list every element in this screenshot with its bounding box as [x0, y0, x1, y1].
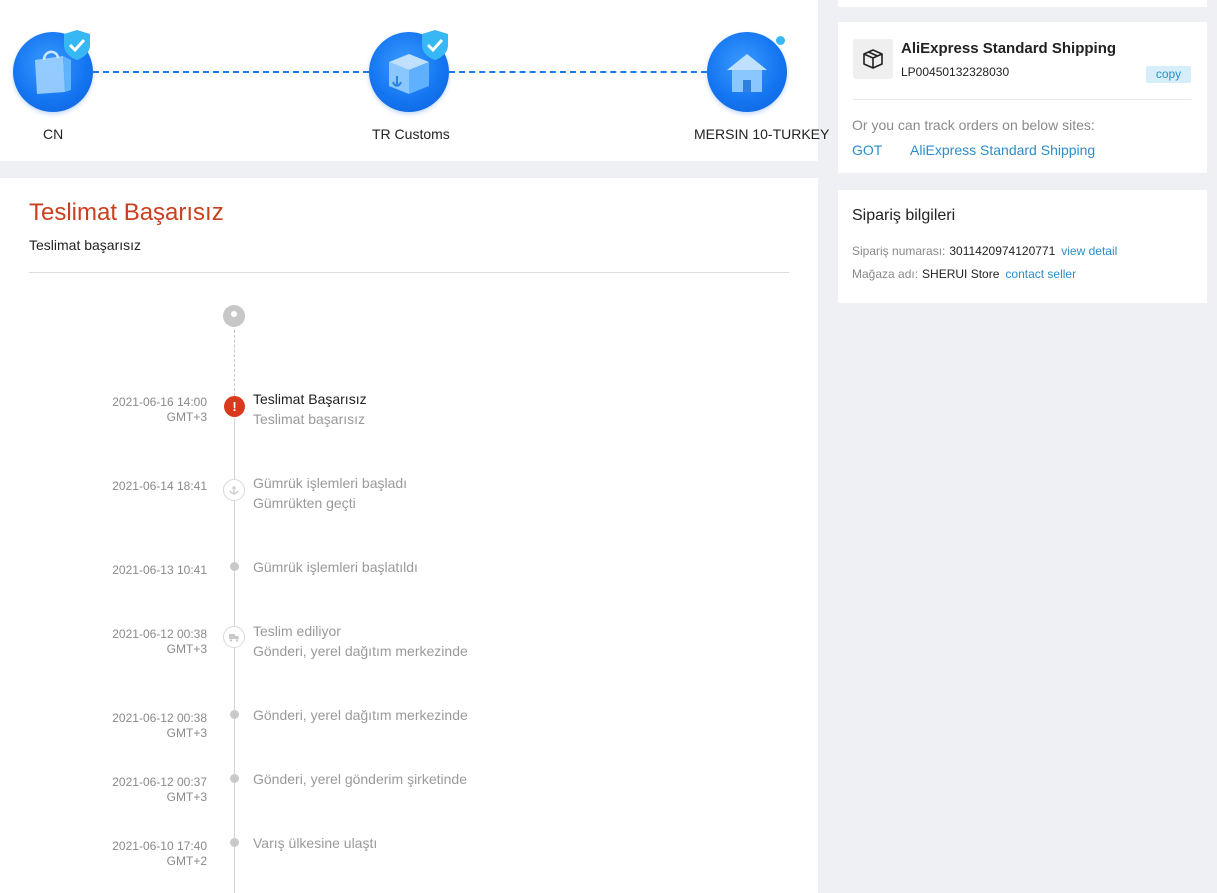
contact-seller-link[interactable]: contact seller — [1005, 267, 1076, 281]
progress-connector-2 — [449, 71, 707, 73]
store-name: SHERUI Store — [922, 267, 1000, 281]
status-title: Teslimat Başarısız — [29, 199, 224, 226]
order-number-label: Sipariş numarası: — [852, 244, 946, 258]
event-time: 2021-06-12 00:38 GMT+3 — [112, 711, 207, 740]
store-label: Mağaza adı: — [852, 267, 919, 281]
top-card-edge — [838, 0, 1207, 7]
event-detail: Teslimat başarısız — [253, 411, 366, 427]
timeline-dot — [230, 774, 239, 783]
anchor-icon — [223, 479, 245, 501]
timeline-connector-dashed — [234, 330, 235, 396]
event-item: Varış ülkesine ulaştı — [253, 833, 377, 853]
truck-icon — [223, 626, 245, 648]
event-time: 2021-06-12 00:37 GMT+3 — [112, 775, 207, 804]
event-item: Teslim ediliyor Gönderi, yerel dağıtım m… — [253, 621, 468, 661]
stage-customs-label: TR Customs — [372, 126, 450, 142]
event-detail: Gümrükten geçti — [253, 495, 356, 511]
order-info-title: Sipariş bilgileri — [852, 207, 956, 224]
shipping-divider — [853, 99, 1191, 100]
stage-destination-label: MERSIN 10-TURKEY — [694, 126, 830, 142]
event-title: Gönderi, yerel dağıtım merkezinde — [253, 707, 468, 723]
event-time: 2021-06-16 14:00 GMT+3 — [112, 395, 207, 424]
event-time: 2021-06-12 00:38 GMT+3 — [112, 627, 207, 656]
event-time: 2021-06-13 10:41 — [112, 563, 207, 577]
location-pin-icon — [223, 305, 245, 327]
status-subtitle: Teslimat başarısız — [29, 237, 142, 253]
progress-connector-1 — [93, 71, 369, 73]
package-icon — [853, 39, 893, 79]
stage-destination-marker-icon — [776, 36, 785, 45]
track-hint: Or you can track orders on below sites: — [852, 117, 1095, 133]
event-time: 2021-06-10 17:40 GMT+2 — [112, 839, 207, 868]
status-divider — [29, 272, 789, 273]
timeline-dot — [230, 562, 239, 571]
event-detail: Gönderi, yerel dağıtım merkezinde — [253, 643, 468, 659]
event-title: Teslimat Başarısız — [253, 391, 367, 407]
carrier-name: AliExpress Standard Shipping — [901, 40, 1117, 57]
order-number-value: 3011420974120771 — [949, 244, 1056, 258]
event-title: Varış ülkesine ulaştı — [253, 835, 378, 851]
event-item: Gönderi, yerel dağıtım merkezinde — [253, 705, 468, 725]
copy-button[interactable]: copy — [1146, 66, 1191, 83]
event-title: Teslim ediliyor — [253, 623, 341, 639]
timeline-dot — [230, 710, 239, 719]
event-item: Gönderi, yerel gönderim şirketinde — [253, 769, 467, 789]
track-site-link-aliexpress[interactable]: AliExpress Standard Shipping — [910, 142, 1095, 158]
stage-destination-circle — [707, 32, 787, 112]
stage-cn-label: CN — [43, 126, 64, 142]
event-title: Gümrük işlemleri başlatıldı — [253, 559, 418, 575]
stage-cn-check-icon — [63, 29, 91, 66]
stage-customs-check-icon — [421, 29, 449, 66]
store-row: Mağaza adı: SHERUI Store contact seller — [852, 267, 1076, 281]
house-icon — [727, 54, 767, 92]
event-title: Gümrük işlemleri başladı — [253, 475, 408, 491]
order-number-row: Sipariş numarası: 3011420974120771 view de… — [852, 244, 1117, 258]
event-title: Gönderi, yerel gönderim şirketinde — [253, 771, 467, 787]
timeline-dot — [230, 838, 239, 847]
event-item: Gümrük işlemleri başladı Gümrükten geçti — [253, 473, 407, 513]
track-site-link-got[interactable]: GOT — [852, 142, 882, 158]
tracking-number: LP00450132328030 — [901, 65, 1010, 79]
event-time: 2021-06-14 18:41 — [112, 479, 207, 493]
event-item: Teslimat Başarısız Teslimat başarısız — [253, 389, 367, 429]
alert-icon: ! — [224, 396, 245, 417]
view-detail-link[interactable]: view detail — [1061, 244, 1117, 258]
event-item: Gümrük işlemleri başlatıldı — [253, 557, 418, 577]
